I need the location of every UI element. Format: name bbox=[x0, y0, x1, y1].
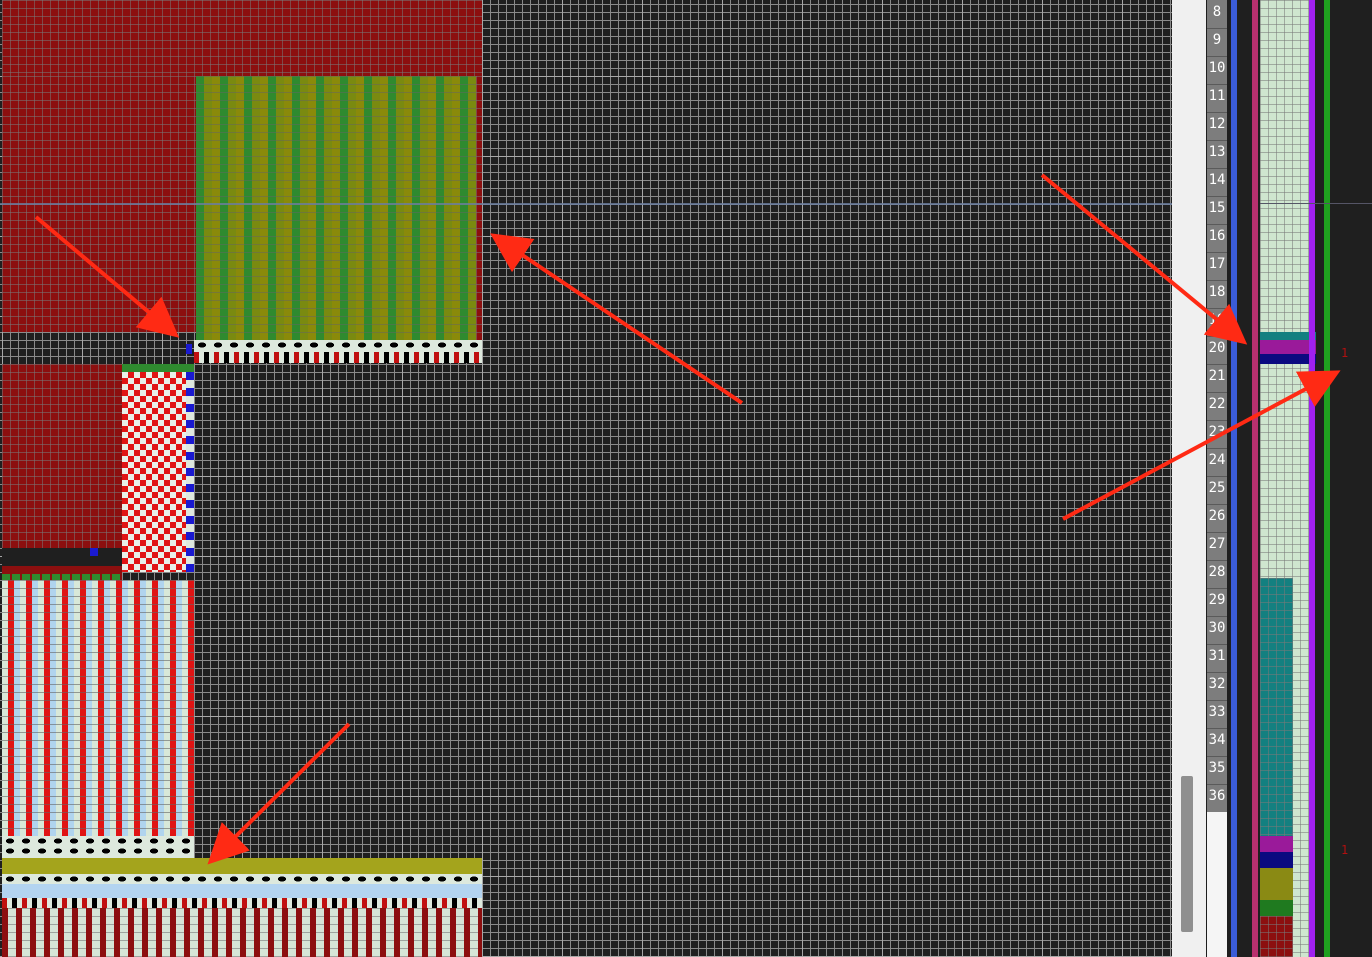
row-number: 34 bbox=[1207, 728, 1227, 757]
block-black-gap bbox=[2, 548, 122, 566]
row-number: 31 bbox=[1207, 644, 1227, 673]
overview-panel[interactable]: 1 1 bbox=[1227, 0, 1372, 957]
overview-green-line bbox=[1324, 0, 1330, 957]
row-red-dots-top bbox=[194, 352, 482, 363]
row-number: 35 bbox=[1207, 756, 1227, 785]
row-number: 27 bbox=[1207, 532, 1227, 561]
row-number: 22 bbox=[1207, 392, 1227, 421]
row-number: 10 bbox=[1207, 56, 1227, 85]
row-number: 21 bbox=[1207, 364, 1227, 393]
row-number: 33 bbox=[1207, 700, 1227, 729]
row-number-column: 8 9 10 11 12 13 14 15 16 17 18 19 20 21 22 23 24 25 26 27 28… bbox=[1207, 0, 1227, 813]
row-number: 17 bbox=[1207, 252, 1227, 281]
row-number: 20 bbox=[1207, 336, 1227, 365]
column-blue-markers bbox=[186, 372, 194, 572]
row-number: 12 bbox=[1207, 112, 1227, 141]
overview-blue-line bbox=[1231, 0, 1237, 957]
overview-green-block bbox=[1260, 900, 1293, 916]
row-number-empty bbox=[1207, 812, 1227, 957]
canvas-grid[interactable] bbox=[0, 0, 1172, 957]
row-number: 23 bbox=[1207, 420, 1227, 449]
overview-guide-line bbox=[1260, 203, 1372, 204]
overview-magenta-line bbox=[1252, 0, 1258, 957]
row-number: 30 bbox=[1207, 616, 1227, 645]
row-number: 14 bbox=[1207, 168, 1227, 197]
row-number: 15 bbox=[1207, 196, 1227, 225]
overview-marker-1: 1 bbox=[1341, 346, 1349, 360]
block-dark-red-top bbox=[2, 0, 482, 76]
row-olive bbox=[2, 858, 482, 874]
block-red-checker bbox=[122, 372, 186, 572]
row-number: 32 bbox=[1207, 672, 1227, 701]
row-number: 13 bbox=[1207, 140, 1227, 169]
row-green-checker-top bbox=[122, 364, 194, 372]
block-green-stripes bbox=[196, 76, 482, 340]
block-red-stripes bbox=[2, 580, 194, 836]
block-dark-red-middle bbox=[2, 364, 122, 548]
row-number: 24 bbox=[1207, 448, 1227, 477]
row-dark-red-thin bbox=[2, 566, 122, 574]
block-bottom-pattern bbox=[2, 908, 482, 957]
row-number: 36 bbox=[1207, 784, 1227, 813]
row-dotted-bottom bbox=[2, 874, 482, 884]
marker-blue bbox=[186, 344, 192, 354]
row-number: 11 bbox=[1207, 84, 1227, 113]
row-number: 25 bbox=[1207, 476, 1227, 505]
overview-navy-block bbox=[1260, 852, 1293, 868]
row-number: 28 bbox=[1207, 560, 1227, 589]
overview-magenta-block bbox=[1260, 836, 1293, 852]
row-dotted-top bbox=[194, 340, 482, 352]
overview-purple-line bbox=[1309, 0, 1315, 957]
overview-dark-red-block bbox=[1260, 916, 1293, 957]
row-number: 26 bbox=[1207, 504, 1227, 533]
row-light-blue bbox=[2, 884, 482, 898]
row-number: 18 bbox=[1207, 280, 1227, 309]
row-number: 29 bbox=[1207, 588, 1227, 617]
overview-teal-band bbox=[1260, 332, 1316, 340]
row-number: 9 bbox=[1207, 28, 1227, 57]
horizontal-guide-line bbox=[0, 203, 1172, 205]
marker-blue-small bbox=[90, 548, 98, 556]
overview-olive-block bbox=[1260, 868, 1293, 900]
row-number: 19 bbox=[1207, 308, 1227, 337]
overview-teal-block bbox=[1260, 578, 1293, 836]
row-number: 8 bbox=[1207, 0, 1227, 29]
overview-magenta-band bbox=[1260, 340, 1316, 354]
row-red-dots-bottom bbox=[2, 898, 482, 908]
block-dark-red-strip bbox=[476, 76, 482, 340]
vertical-scrollbar-thumb[interactable] bbox=[1181, 776, 1193, 932]
row-number: 16 bbox=[1207, 224, 1227, 253]
overview-marker-2: 1 bbox=[1341, 843, 1349, 857]
row-dotted-mid bbox=[2, 836, 194, 858]
overview-navy-band bbox=[1260, 354, 1316, 364]
